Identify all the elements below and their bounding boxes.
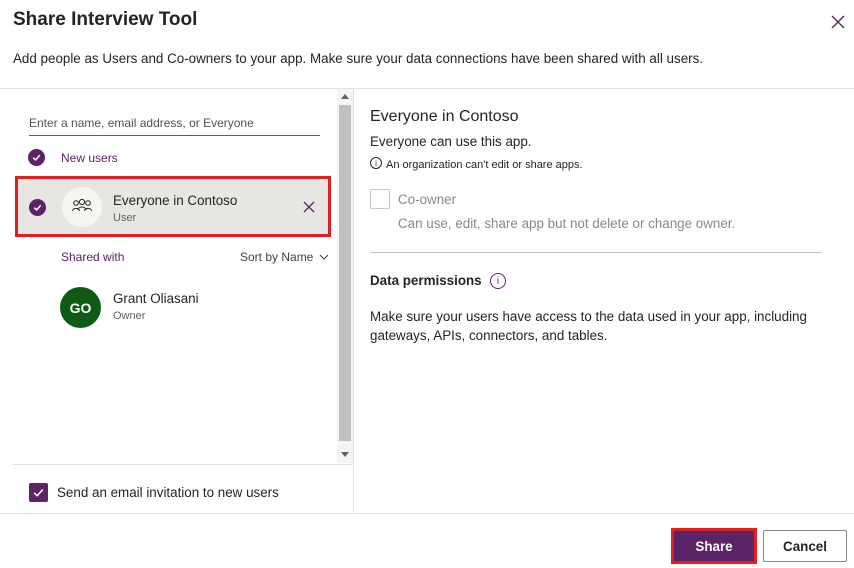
email-invitation-checkbox[interactable]: [29, 483, 48, 502]
divider: [370, 252, 822, 253]
divider: [0, 88, 854, 89]
sort-dropdown[interactable]: Sort by Name: [240, 250, 329, 264]
shared-with-heading: Shared with: [61, 250, 125, 264]
new-user-card-everyone[interactable]: Everyone in Contoso User: [15, 176, 331, 237]
scroll-down-arrow-icon[interactable]: [341, 452, 349, 457]
divider: [13, 464, 353, 465]
dialog-title: Share Interview Tool: [13, 9, 198, 30]
details-title: Everyone in Contoso: [370, 108, 519, 125]
details-description: Everyone can use this app.: [370, 134, 532, 149]
chevron-down-icon: [319, 254, 329, 260]
user-selected-check-icon: [29, 199, 46, 216]
info-icon: i: [370, 157, 382, 169]
share-button[interactable]: Share: [671, 528, 757, 564]
scroll-up-arrow-icon[interactable]: [341, 94, 349, 99]
avatar: GO: [60, 287, 101, 328]
people-group-icon: [62, 187, 102, 227]
cancel-button[interactable]: Cancel: [763, 530, 847, 562]
sort-label: Sort by Name: [240, 250, 314, 264]
coowner-checkbox[interactable]: [370, 189, 390, 209]
new-users-heading: New users: [61, 151, 118, 165]
dialog-subtitle: Add people as Users and Co-owners to you…: [13, 51, 704, 66]
data-permissions-text: Make sure your users have access to the …: [370, 309, 807, 343]
shared-user-role: Owner: [113, 310, 146, 322]
coowner-description: Can use, edit, share app but not delete …: [398, 216, 736, 231]
shared-user-name: Grant Oliasani: [113, 291, 199, 306]
email-invitation-label: Send an email invitation to new users: [57, 485, 279, 500]
data-permissions-info-icon[interactable]: i: [490, 273, 506, 289]
remove-user-button[interactable]: [301, 199, 317, 215]
panel-divider: [353, 89, 354, 513]
user-card-name: Everyone in Contoso: [113, 193, 238, 208]
check-icon: [33, 488, 44, 497]
divider: [0, 513, 854, 514]
scroll-thumb[interactable]: [339, 105, 351, 441]
user-card-role: User: [113, 212, 137, 224]
details-info-text: An organization can't edit or share apps…: [386, 159, 583, 171]
people-search-input[interactable]: [29, 111, 320, 136]
data-permissions-heading: Data permissions: [370, 273, 482, 288]
coowner-label: Co-owner: [398, 192, 457, 207]
remove-icon: [303, 201, 315, 213]
close-button[interactable]: [826, 10, 850, 34]
new-users-check-icon: [28, 149, 45, 166]
scrollbar[interactable]: [337, 89, 353, 463]
close-icon: [831, 15, 845, 29]
